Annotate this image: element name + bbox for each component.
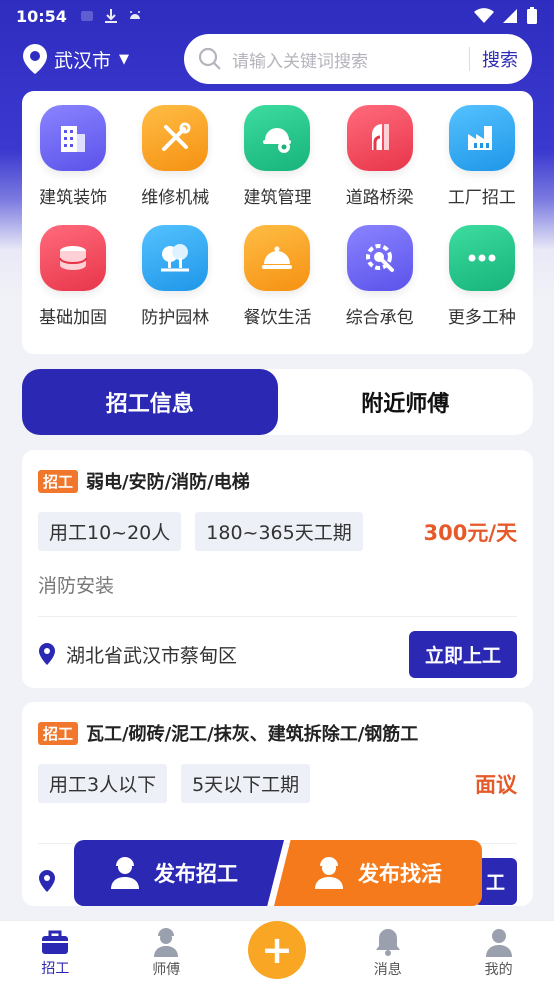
android-icon (129, 11, 140, 19)
category-label: 建筑管理 (243, 188, 312, 208)
category-catering-life[interactable]: 餐饮生活 (226, 223, 328, 343)
category-road-bridge[interactable]: 道路桥梁 (329, 103, 431, 223)
category-label: 更多工种 (447, 307, 516, 328)
post-hiring-button[interactable]: 发布招工 (74, 840, 284, 906)
search-button[interactable]: 搜索 (482, 46, 518, 72)
bottom-nav: 招工 师傅 + 消息 我的 (0, 920, 554, 984)
job-title: 瓦工/砌砖/泥工/抹灰、建筑拆除工/钢筋工 (86, 724, 419, 745)
download-icon (104, 9, 117, 23)
city-selector[interactable]: 武汉市 ▼ (22, 43, 182, 75)
job-pay: 300元/天 (423, 520, 517, 545)
briefcase-icon (42, 930, 69, 954)
category-repair-machinery[interactable]: 维修机械 (124, 103, 226, 223)
post-find-work-label: 发布找活 (358, 862, 442, 886)
worker-icon (154, 927, 179, 957)
more-dots-icon (448, 224, 515, 291)
job-card[interactable]: 招工 弱电/安防/消防/电梯 用工10~20人 180~365天工期 300元/… (22, 450, 533, 688)
category-label: 道路桥梁 (345, 188, 414, 208)
plus-icon[interactable]: + (247, 920, 306, 979)
category-general-contracting[interactable]: 综合承包 (329, 223, 431, 343)
category-foundation-reinforcement[interactable]: 基础加固 (22, 223, 124, 343)
category-building-decoration[interactable]: 建筑装饰 (22, 103, 124, 223)
category-more-trades[interactable]: 更多工种 (431, 223, 533, 343)
helmet-gear-icon (244, 105, 311, 171)
job-category: 消防安装 (38, 575, 115, 597)
job-title-row: 招工 弱电/安防/消防/电梯 (38, 468, 517, 494)
job-location-row: 湖北省武汉市蔡甸区 立即上工 (38, 617, 517, 691)
nav-label: 消息 (373, 961, 402, 978)
status-bar: 10:54 (0, 0, 554, 32)
header: 武汉市 ▼ 请输入关键词搜索 搜索 (0, 32, 554, 86)
blank-notification-icon (80, 11, 93, 21)
nav-item-hiring[interactable]: 招工 (0, 921, 111, 984)
job-title-row: 招工 瓦工/砌砖/泥工/抹灰、建筑拆除工/钢筋工 (38, 720, 517, 746)
job-tag-duration: 180~365天工期 (195, 512, 363, 551)
building-icon (40, 105, 107, 171)
nav-label: 招工 (41, 960, 70, 977)
category-grid: 建筑装饰 维修机械 建筑管理 道路桥梁 工厂招工 基础加固 防护园林 餐饮生活 … (22, 91, 533, 354)
tab-bar: 招工信息 附近师傅 (22, 369, 533, 435)
category-label: 餐饮生活 (243, 307, 312, 328)
tools-icon (142, 105, 209, 171)
post-find-work-button[interactable]: 发布找活 (274, 840, 482, 906)
job-title: 弱电/安防/消防/电梯 (86, 472, 250, 493)
chevron-down-icon: ▼ (119, 51, 130, 67)
search-icon (198, 47, 221, 70)
worker-icon (111, 857, 139, 889)
status-notification-icons (79, 8, 143, 24)
search-input[interactable]: 请输入关键词搜索 (232, 47, 457, 72)
nav-publish[interactable]: + (222, 920, 333, 984)
category-label: 建筑装饰 (39, 188, 108, 208)
job-location: 湖北省武汉市蔡甸区 (66, 644, 238, 667)
signal-icon (503, 9, 517, 23)
nav-label: 我的 (484, 961, 513, 978)
bell-icon (375, 928, 400, 956)
job-tag-headcount: 用工3人以下 (38, 764, 168, 803)
category-label: 综合承包 (345, 307, 414, 328)
category-label: 基础加固 (39, 307, 108, 328)
worker-icon (315, 857, 343, 889)
post-hiring-label: 发布招工 (154, 862, 238, 886)
nav-label: 师傅 (152, 961, 181, 978)
nav-item-workers[interactable]: 师傅 (111, 921, 222, 984)
job-tags-row: 用工3人以下 5天以下工期 面议 (38, 764, 517, 803)
search-bar[interactable]: 请输入关键词搜索 搜索 (184, 34, 532, 84)
dish-cover-icon (244, 224, 311, 291)
status-system-icons (474, 7, 538, 25)
job-badge: 招工 (38, 721, 79, 745)
road-bridge-icon (346, 105, 413, 171)
nav-item-me[interactable]: 我的 (443, 921, 554, 984)
category-construction-management[interactable]: 建筑管理 (226, 103, 328, 223)
category-label: 防护园林 (141, 307, 210, 328)
job-pay: 面议 (475, 772, 517, 797)
foundation-icon (40, 224, 107, 291)
search-divider (469, 47, 470, 71)
post-buttons: 发布招工 发布找活 (74, 840, 482, 906)
category-factory-hiring[interactable]: 工厂招工 (431, 103, 533, 223)
city-name: 武汉市 (54, 49, 112, 72)
user-icon (485, 928, 512, 957)
tree-icon (142, 224, 209, 291)
category-label: 维修机械 (141, 188, 210, 208)
location-pin-icon (39, 870, 55, 892)
status-time: 10:54 (16, 6, 67, 26)
factory-icon (448, 105, 515, 171)
tab-job-info[interactable]: 招工信息 (22, 369, 278, 435)
location-pin-icon (23, 44, 47, 74)
search-gear-icon (346, 224, 413, 291)
tab-nearby-workers[interactable]: 附近师傅 (278, 369, 534, 435)
job-badge: 招工 (38, 469, 79, 493)
category-protection-garden[interactable]: 防护园林 (124, 223, 226, 343)
job-tag-duration: 5天以下工期 (181, 764, 311, 803)
battery-icon (527, 7, 537, 24)
nav-item-messages[interactable]: 消息 (332, 921, 443, 984)
category-label: 工厂招工 (447, 188, 516, 208)
location-pin-icon (39, 643, 55, 665)
wifi-icon (474, 8, 494, 23)
job-tags-row: 用工10~20人 180~365天工期 300元/天 (38, 512, 517, 551)
job-tag-headcount: 用工10~20人 (38, 512, 182, 551)
apply-now-button[interactable]: 立即上工 (408, 630, 517, 678)
